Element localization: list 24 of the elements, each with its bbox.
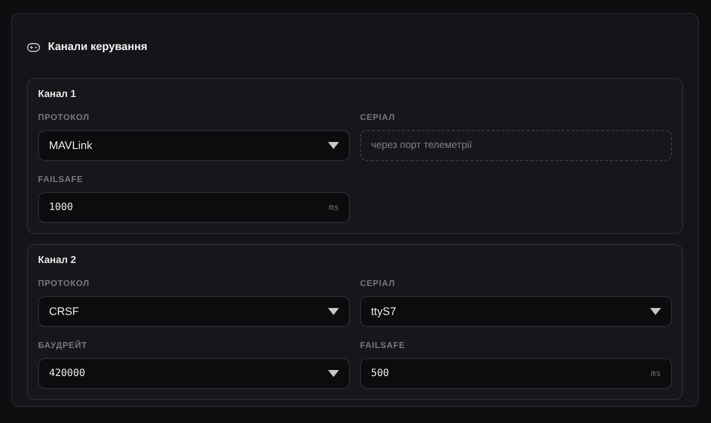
field-label: ПРОТОКОЛ [38,278,90,288]
input-field[interactable]: 1000 ms [38,192,350,223]
input-field[interactable]: 500 ms [360,358,672,389]
gamepad-icon [27,42,40,52]
caret-icon [650,308,661,315]
field-label: FAILSAFE [360,340,406,350]
field-label: СЕРІАЛ [360,112,396,122]
select-field[interactable]: 420000 [38,358,350,389]
panel-title: Канали керування [48,41,148,53]
field-label: ПРОТОКОЛ [38,112,90,122]
channel-title: Канал 2 [38,255,78,266]
field-label: FAILSAFE [38,174,84,184]
field-label: БАУДРЕЙТ [38,340,88,350]
channel-title: Канал 1 [38,89,78,100]
caret-icon [328,142,339,149]
caret-icon [328,308,339,315]
unit-label: ms [650,368,661,378]
caret-icon [328,370,339,377]
select-field[interactable]: MAVLink [38,130,350,161]
select-field[interactable]: CRSF [38,296,350,327]
select-field[interactable]: ttyS7 [360,296,672,327]
unit-label: ms [328,202,339,212]
input-field[interactable]: через порт телеметрії [360,130,672,161]
field-label: СЕРІАЛ [360,278,396,288]
